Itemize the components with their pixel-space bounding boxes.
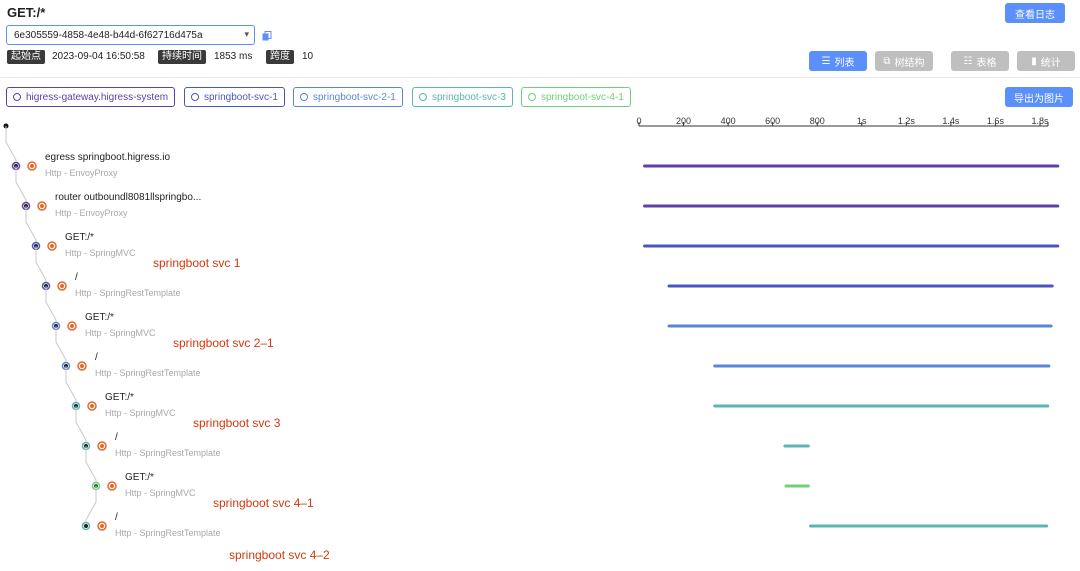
tree-icon: ⧉ [883, 55, 891, 67]
start-time-label: 起始点 [7, 50, 45, 64]
span-status-dot-core [90, 404, 94, 408]
span-annotation: springboot svc 3 [193, 416, 281, 430]
bar-chart-icon: ▮ [1031, 55, 1037, 67]
view-tree-button[interactable]: ⧉ 树结构 [875, 51, 933, 71]
span-type: Http - SpringMVC [65, 248, 136, 258]
span-status-dot-core [70, 324, 74, 328]
span-status-dot-core [60, 284, 64, 288]
view-tree-label: 树结构 [894, 57, 925, 69]
tree-connector [85, 446, 97, 486]
service-chip-svc-3[interactable]: springboot-svc-3 [412, 87, 513, 107]
trace-id-select[interactable]: 6e305559-4858-4e48-b44d-6f62716d475a ▾ [6, 25, 255, 45]
page-title: GET:/* [7, 5, 46, 20]
axis-tick-label: 200 [676, 116, 692, 126]
span-type: Http - SpringMVC [105, 408, 176, 418]
service-chip-label: higress-gateway.higress-system [26, 91, 169, 103]
service-chip-label: springboot-svc-4-1 [541, 91, 624, 103]
span-type: Http - EnvoyProxy [45, 168, 118, 178]
span-type: Http - SpringRestTemplate [95, 368, 201, 378]
view-table-label: 表格 [976, 57, 997, 69]
duration-value: 1853 ms [214, 51, 253, 62]
span-name[interactable]: / [75, 272, 78, 283]
tree-connector [75, 406, 87, 446]
service-ring-icon [300, 93, 308, 101]
span-status-dot-core [80, 364, 84, 368]
service-chip-label: springboot-svc-3 [432, 91, 506, 103]
tree-connector [15, 166, 27, 206]
span-type: Http - SpringRestTemplate [115, 528, 221, 538]
service-chip-higress-gateway[interactable]: higress-gateway.higress-system [6, 87, 176, 107]
tree-connector [45, 286, 57, 326]
span-status-dot-core [100, 444, 104, 448]
span-service-dot-core [84, 524, 88, 528]
header-divider [0, 77, 1080, 78]
axis-tick-label: 1.2s [897, 116, 915, 126]
view-list-button[interactable]: ☰ 列表 [809, 51, 867, 71]
axis-tick-label: 1.8s [1031, 116, 1049, 126]
service-chip-svc-4-1[interactable]: springboot-svc-4-1 [521, 87, 631, 107]
view-table-button[interactable]: ☷ 表格 [951, 51, 1009, 71]
span-status-dot-core [50, 244, 54, 248]
span-count-value: 10 [302, 51, 314, 62]
span-status-dot-core [40, 204, 44, 208]
axis-tick-label: 800 [809, 116, 825, 126]
trace-id-value: 6e305559-4858-4e48-b44d-6f62716d475a [14, 29, 203, 41]
span-status-dot-core [100, 524, 104, 528]
span-name[interactable]: router outboundl8081llspringbo... [55, 192, 201, 203]
tree-connector [85, 486, 97, 526]
span-name[interactable]: GET:/* [105, 392, 134, 403]
axis-tick-label: 1.6s [986, 116, 1004, 126]
span-type: Http - SpringMVC [125, 488, 196, 498]
span-name[interactable]: GET:/* [85, 312, 114, 323]
span-name[interactable]: / [115, 512, 118, 523]
span-name[interactable]: egress springboot.higress.io [45, 152, 170, 163]
service-chip-svc-1[interactable]: springboot-svc-1 [184, 87, 285, 107]
axis-tick-label: 1.4s [942, 116, 960, 126]
start-time-value: 2023-09-04 16:50:58 [52, 51, 145, 62]
copy-icon[interactable] [262, 31, 272, 41]
span-annotation: springboot svc 1 [153, 256, 241, 270]
tree-connector [25, 206, 37, 246]
service-ring-icon [528, 93, 536, 101]
duration-label: 持续时间 [158, 50, 206, 64]
span-name[interactable]: GET:/* [65, 232, 94, 243]
span-annotation: springboot svc 4–1 [213, 496, 314, 510]
chevron-down-icon: ▾ [244, 29, 249, 39]
trace-tree [3, 122, 1060, 531]
axis-tick-label: 1s [857, 116, 867, 126]
span-name[interactable]: GET:/* [125, 472, 154, 483]
axis-tick-label: 600 [765, 116, 781, 126]
span-type: Http - SpringMVC [85, 328, 156, 338]
service-ring-icon [419, 93, 427, 101]
span-name[interactable]: / [115, 432, 118, 443]
axis-tick-label: 0 [636, 116, 642, 126]
span-name[interactable]: / [95, 352, 98, 363]
tree-connector [55, 326, 67, 366]
service-chip-svc-2-1[interactable]: springboot-svc-2-1 [293, 87, 403, 107]
view-stats-label: 统计 [1040, 57, 1061, 69]
span-type: Http - EnvoyProxy [55, 208, 128, 218]
annotation-svc-4-2: springboot svc 4–2 [229, 548, 330, 562]
list-icon: ☰ [821, 55, 831, 67]
span-count-label: 跨度 [266, 50, 294, 64]
span-type: Http - SpringRestTemplate [115, 448, 221, 458]
table-icon: ☷ [963, 55, 973, 67]
view-log-button[interactable]: 查看日志 [1005, 3, 1065, 23]
span-status-dot-core [110, 484, 114, 488]
tree-connector [5, 126, 17, 166]
view-list-label: 列表 [834, 57, 855, 69]
tree-connector [65, 366, 77, 406]
export-image-button[interactable]: 导出为图片 [1005, 87, 1073, 107]
service-ring-icon [191, 93, 199, 101]
span-type: Http - SpringRestTemplate [75, 288, 181, 298]
span-annotation: springboot svc 2–1 [173, 336, 274, 350]
span-status-dot-core [30, 164, 34, 168]
service-chip-label: springboot-svc-1 [204, 91, 278, 103]
service-chip-label: springboot-svc-2-1 [313, 91, 396, 103]
view-stats-button[interactable]: ▮ 统计 [1017, 51, 1075, 71]
tree-connector [35, 246, 47, 286]
service-ring-icon [13, 93, 21, 101]
axis-tick-label: 400 [720, 116, 736, 126]
